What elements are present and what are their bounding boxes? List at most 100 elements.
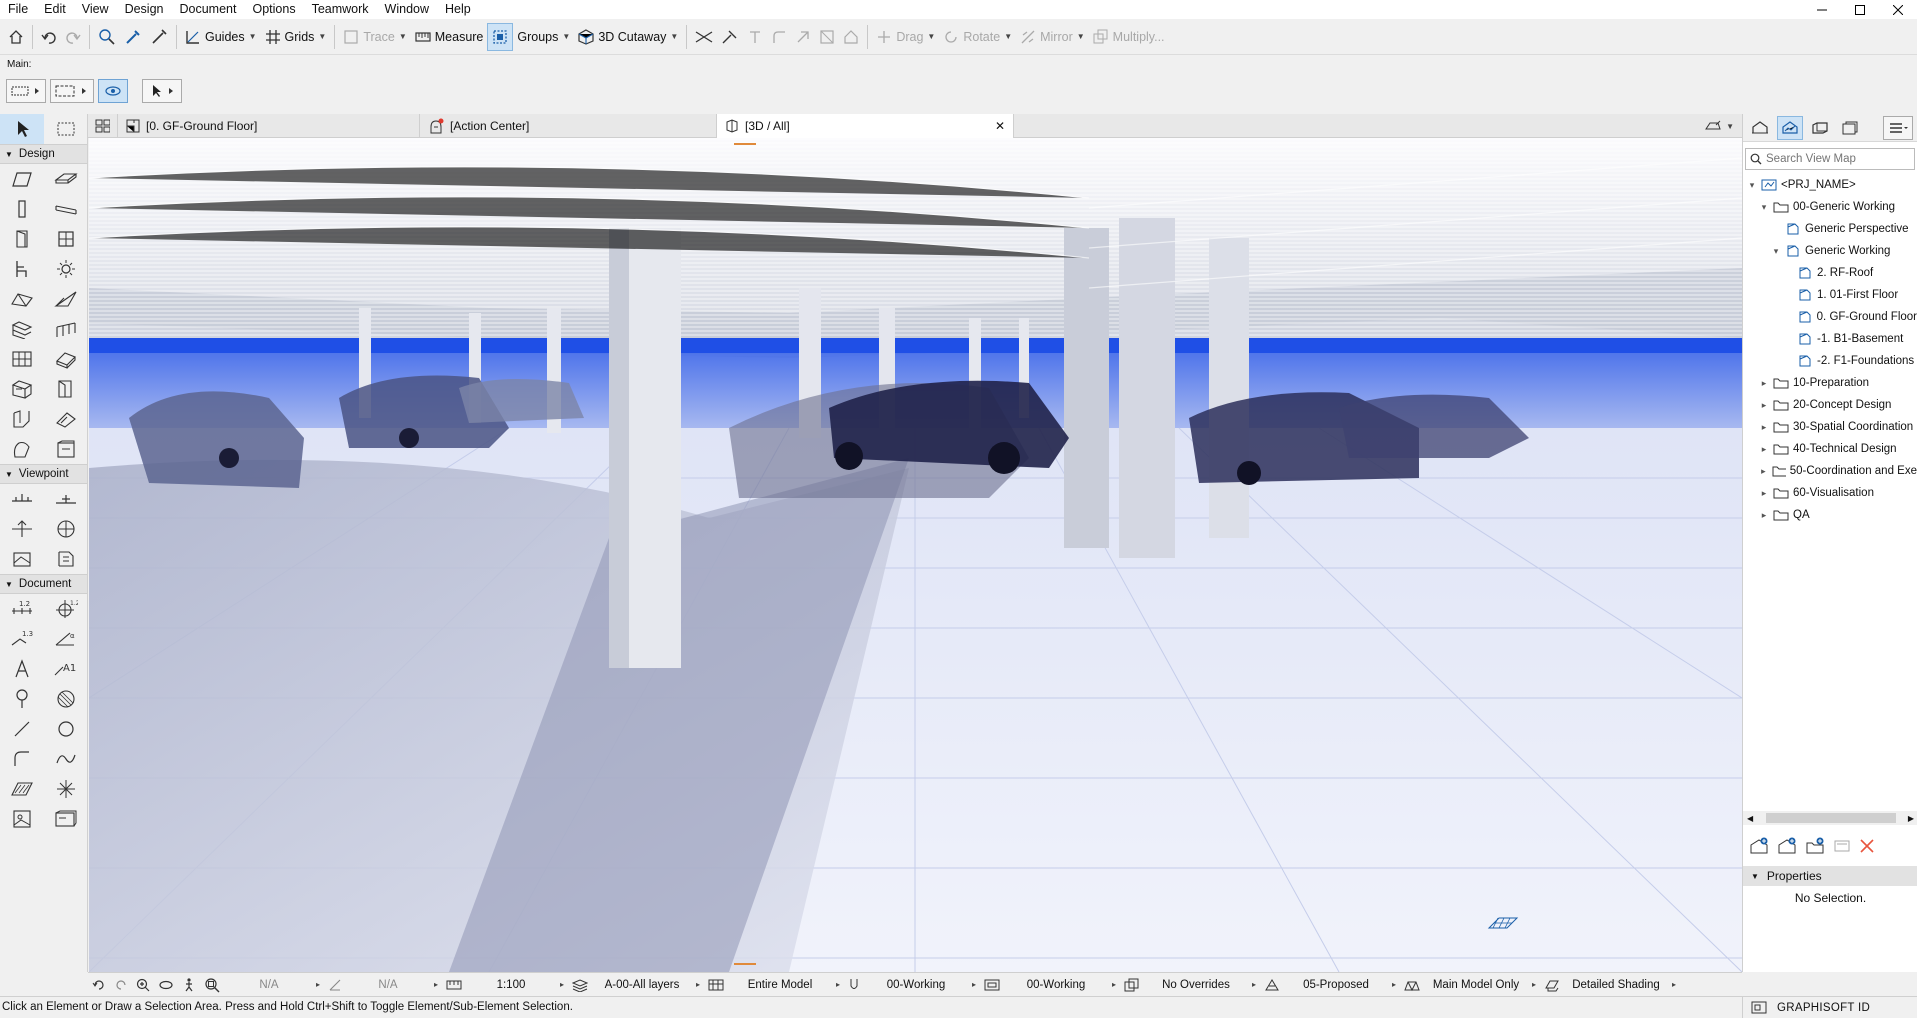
tree-item[interactable]: ▸ QA [1743, 504, 1917, 526]
tree-item[interactable]: ▸ 40-Technical Design [1743, 438, 1917, 460]
polyline-tool[interactable] [0, 744, 44, 774]
chevron-right-icon[interactable]: ▸ [1759, 488, 1769, 499]
viewpoint-section-header[interactable]: ▼ Viewpoint [0, 464, 87, 484]
chevron-down-icon[interactable]: ▾ [1759, 202, 1769, 213]
menu-help[interactable]: Help [437, 0, 479, 19]
tree-item[interactable]: Generic Perspective [1743, 218, 1917, 240]
chevron-right-icon[interactable]: ▸ [1759, 400, 1769, 411]
zoom-value-field[interactable]: N/A ▸ [224, 973, 324, 997]
mirror-button[interactable]: Mirror ▼ [1016, 23, 1089, 51]
chevron-right-icon[interactable]: ▸ [1759, 466, 1768, 477]
menu-file[interactable]: File [0, 0, 36, 19]
tree-item[interactable]: 0. GF-Ground Floor [1743, 306, 1917, 328]
grids-button[interactable]: Grids ▼ [261, 23, 331, 51]
tree-item[interactable]: 1. 01-First Floor [1743, 284, 1917, 306]
tree-item[interactable]: ▾ <PRJ_NAME> [1743, 174, 1917, 196]
lamp-tool[interactable] [44, 254, 88, 284]
tree-item[interactable]: -2. F1-Foundations [1743, 350, 1917, 372]
arrow-tool[interactable] [0, 114, 44, 144]
detail-tool[interactable] [0, 544, 44, 574]
worksheet-tool[interactable] [44, 514, 88, 544]
minimize-button[interactable] [1803, 0, 1841, 19]
redo-button[interactable] [61, 23, 85, 51]
tree-item[interactable]: ▾ 00-Generic Working [1743, 196, 1917, 218]
3d-viewport[interactable] [89, 138, 1742, 972]
window-tool[interactable] [44, 224, 88, 254]
chevron-down-icon[interactable]: ▼ [927, 32, 935, 41]
fit-in-window-button[interactable] [200, 973, 224, 997]
graphic-overrides-field[interactable]: No Overrides ▸ [1120, 973, 1260, 997]
door-tool[interactable] [0, 224, 44, 254]
tree-item[interactable]: 2. RF-Roof [1743, 262, 1917, 284]
shell-tool[interactable] [44, 284, 88, 314]
angle-dimension-tool[interactable]: α [44, 624, 88, 654]
view-settings-icon[interactable] [1833, 837, 1851, 855]
publisher-sets-tab[interactable] [1837, 116, 1863, 140]
zone-tool[interactable] [0, 374, 44, 404]
delete-icon[interactable] [1859, 838, 1875, 854]
tree-item[interactable]: ▸ 30-Spatial Coordination [1743, 416, 1917, 438]
tab-3d-all[interactable]: [3D / All] ✕ [717, 114, 1014, 138]
offset-button[interactable] [743, 23, 767, 51]
view-map-tab[interactable] [1777, 115, 1803, 140]
tree-horizontal-scrollbar[interactable]: ◀ ▶ [1743, 811, 1917, 825]
wall-tool[interactable] [0, 164, 44, 194]
menu-window[interactable]: Window [377, 0, 437, 19]
layer-combination-field[interactable]: A-00-All layers ▸ [568, 973, 704, 997]
elevation-tool[interactable] [44, 484, 88, 514]
change-tool[interactable] [44, 544, 88, 574]
chevron-down-icon[interactable]: ▾ [1771, 246, 1781, 257]
level-dimension-tool[interactable]: 1.3 [0, 624, 44, 654]
menu-teamwork[interactable]: Teamwork [304, 0, 377, 19]
chevron-down-icon[interactable]: ▼ [1077, 32, 1085, 41]
close-tab-icon[interactable]: ✕ [995, 119, 1005, 133]
graphisoft-id-area[interactable]: GRAPHISOFT ID [1742, 997, 1917, 1018]
circle-tool[interactable] [44, 714, 88, 744]
elevate-button[interactable] [839, 23, 863, 51]
text-tool[interactable] [0, 654, 44, 684]
rotate-view-button[interactable] [98, 79, 128, 103]
column-tool[interactable] [0, 194, 44, 224]
guides-button[interactable]: Guides ▼ [181, 23, 261, 51]
menu-document[interactable]: Document [172, 0, 245, 19]
chevron-down-icon[interactable]: ▼ [399, 32, 407, 41]
new-folder-icon[interactable] [1805, 837, 1825, 855]
layout-book-tab[interactable] [1807, 116, 1833, 140]
drag-button[interactable]: Drag ▼ [872, 23, 939, 51]
beam-tool[interactable] [44, 194, 88, 224]
skylight-tool[interactable] [0, 404, 44, 434]
scale-field[interactable]: 1:100 ▸ [442, 973, 568, 997]
clone-view-icon[interactable] [1777, 837, 1797, 855]
chevron-down-icon[interactable]: ▼ [670, 32, 678, 41]
hotspot-tool[interactable] [0, 774, 44, 804]
section-tool[interactable] [0, 484, 44, 514]
model-view-options-field[interactable]: 00-Working ▸ [980, 973, 1120, 997]
model-view-filter-field[interactable]: Entire Model ▸ [704, 973, 844, 997]
home-button[interactable] [4, 23, 28, 51]
renovation-filter-field[interactable]: 05-Proposed ▸ [1260, 973, 1400, 997]
figure-tool[interactable] [44, 774, 88, 804]
redo-zoom-button[interactable] [110, 973, 132, 997]
find-select-button[interactable] [94, 23, 120, 51]
tab-action-center[interactable]: [Action Center] [420, 114, 717, 138]
marker-tool[interactable] [0, 684, 44, 714]
search-input[interactable] [1766, 153, 1906, 165]
label-tool[interactable]: A1 [44, 654, 88, 684]
object-tool[interactable] [0, 254, 44, 284]
pen-set-field[interactable]: 00-Working ▸ [844, 973, 980, 997]
groups-button[interactable]: Groups ▼ [513, 23, 574, 51]
curtain-wall-tool[interactable] [0, 344, 44, 374]
picture-tool[interactable] [44, 804, 88, 834]
tree-item[interactable]: ▸ 20-Concept Design [1743, 394, 1917, 416]
multiply-button[interactable]: Multiply... [1089, 23, 1169, 51]
tree-item[interactable]: ▾ Generic Working [1743, 240, 1917, 262]
selection-method-button[interactable] [6, 79, 46, 103]
tree-item[interactable]: ▸ 60-Visualisation [1743, 482, 1917, 504]
view-map-search[interactable] [1745, 148, 1915, 170]
document-section-header[interactable]: ▼ Document [0, 574, 87, 594]
design-section-header[interactable]: ▼ Design [0, 144, 87, 164]
scroll-right-icon[interactable]: ▶ [1908, 814, 1914, 823]
groups-toggle[interactable] [487, 22, 514, 51]
fillet-button[interactable] [767, 23, 791, 51]
equipment-tool[interactable] [44, 434, 88, 464]
